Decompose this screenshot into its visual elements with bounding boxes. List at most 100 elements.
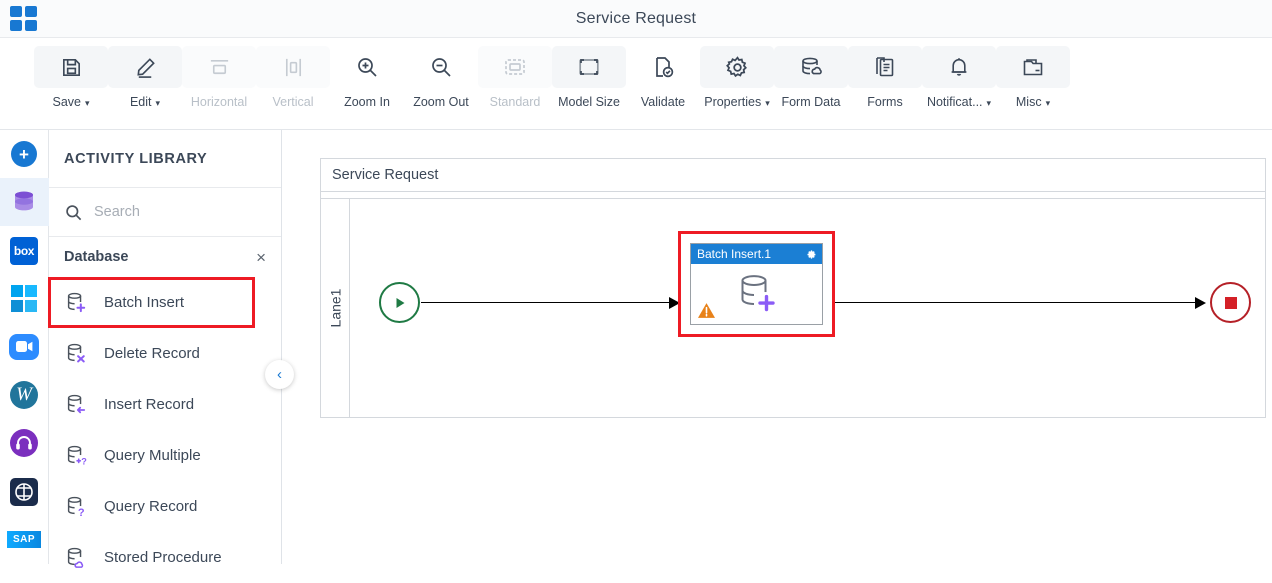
sequence-flow-2[interactable] <box>835 302 1197 303</box>
panel-collapse-button[interactable]: ‹ <box>265 360 294 389</box>
search-icon <box>66 204 82 220</box>
wordpress-connector[interactable]: W <box>0 371 49 419</box>
standard-label: Standard <box>489 95 541 109</box>
zoom-out-label: Zoom Out <box>413 95 469 109</box>
search-row[interactable] <box>49 188 281 237</box>
database-procedure-icon <box>67 547 84 568</box>
activity-item-delete-record[interactable]: Delete Record <box>49 328 281 379</box>
save-label: Save <box>52 95 81 109</box>
horizontal-button[interactable]: Horizontal <box>182 38 256 109</box>
vertical-button[interactable]: Vertical <box>256 38 330 109</box>
sequence-flow-1[interactable] <box>421 302 671 303</box>
activity-label: Query Record <box>104 498 198 515</box>
misc-button[interactable]: Misc ▾ <box>996 38 1070 109</box>
sap-connector[interactable]: SAP <box>0 516 49 564</box>
chevron-down-icon: ▾ <box>986 97 992 108</box>
lane-header: Lane1 <box>321 199 350 417</box>
database-insert-icon <box>67 394 86 413</box>
database-plus-icon <box>67 292 86 312</box>
box-connector[interactable]: box <box>0 226 49 274</box>
tools-connector[interactable] <box>0 468 49 516</box>
panel-title: ACTIVITY LIBRARY <box>49 130 281 188</box>
edit-button[interactable]: Edit ▾ <box>108 38 182 109</box>
add-connector-button[interactable]: + <box>0 130 49 178</box>
box-icon: box <box>10 236 38 265</box>
activity-item-stored-procedure[interactable]: Stored Procedure <box>49 532 281 583</box>
activity-item-query-multiple[interactable]: ? Query Multiple <box>49 430 281 481</box>
form-data-label: Form Data <box>781 95 841 109</box>
database-query-multi-icon: ? <box>67 445 87 466</box>
edit-label: Edit <box>129 95 152 109</box>
activity-label: Delete Record <box>104 345 200 362</box>
search-input[interactable] <box>94 204 244 220</box>
page-title: Service Request <box>575 9 697 27</box>
task-title: Batch Insert.1 <box>697 247 772 261</box>
activity-library-panel: ACTIVITY LIBRARY Database × Batch Insert <box>49 130 282 568</box>
close-icon[interactable]: × <box>256 249 266 266</box>
horizontal-align-icon <box>182 46 256 88</box>
headset-icon <box>10 429 38 458</box>
play-icon <box>396 297 404 308</box>
misc-folder-icon <box>996 46 1070 88</box>
stop-square-icon <box>1224 296 1237 309</box>
lane-canvas[interactable]: Batch Insert.1 <box>350 199 1265 417</box>
windows-connector[interactable] <box>0 275 49 323</box>
grid-apps-icon[interactable] <box>10 6 38 32</box>
task-batch-insert[interactable]: Batch Insert.1 <box>690 243 823 325</box>
standard-size-icon <box>478 46 552 88</box>
zoom-video-icon <box>9 333 39 360</box>
notifications-label: Notificat... <box>926 95 983 109</box>
pool-body: Lane1 Batch Insert.1 <box>321 198 1265 417</box>
zoom-in-icon <box>330 46 404 88</box>
edit-pencil-icon <box>108 46 182 88</box>
save-button[interactable]: Save ▾ <box>34 38 108 109</box>
activity-item-batch-insert[interactable]: Batch Insert <box>49 277 281 328</box>
database-connector[interactable] <box>0 178 49 227</box>
activity-label: Batch Insert <box>104 294 185 311</box>
end-event[interactable] <box>1210 282 1251 323</box>
title-bar: Service Request <box>0 0 1272 38</box>
forms-button[interactable]: Forms <box>848 38 922 109</box>
database-delete-icon <box>67 343 85 362</box>
activity-item-query-record[interactable]: ? Query Record <box>49 481 281 532</box>
database-query-icon: ? <box>67 496 85 519</box>
start-event[interactable] <box>379 282 420 323</box>
notifications-button[interactable]: Notificat... ▾ <box>922 38 996 109</box>
activity-item-insert-record[interactable]: Insert Record <box>49 379 281 430</box>
zoom-connector[interactable] <box>0 323 49 371</box>
task-header: Batch Insert.1 <box>691 244 822 264</box>
misc-label: Misc <box>1015 95 1042 109</box>
zoom-in-label: Zoom In <box>344 95 390 109</box>
vertical-align-icon <box>256 46 330 88</box>
gear-icon[interactable] <box>806 249 817 260</box>
properties-label: Properties <box>704 95 762 109</box>
properties-button[interactable]: Properties ▾ <box>700 38 774 109</box>
activity-label: Stored Procedure <box>104 549 222 566</box>
validate-label: Validate <box>640 95 686 109</box>
save-icon <box>34 46 108 88</box>
standard-button[interactable]: Standard <box>478 38 552 109</box>
forms-label: Forms <box>867 95 903 109</box>
validate-icon <box>626 46 700 88</box>
form-data-button[interactable]: Form Data <box>774 38 848 109</box>
activity-label: Query Multiple <box>104 447 201 464</box>
pool-title: Service Request <box>321 159 1265 192</box>
gear-icon <box>700 46 774 88</box>
chevron-down-icon: ▾ <box>1045 97 1051 108</box>
forms-icon <box>848 46 922 88</box>
group-label: Database <box>64 249 129 265</box>
horizontal-label: Horizontal <box>190 95 248 109</box>
zoom-in-button[interactable]: Zoom In <box>330 38 404 109</box>
support-connector[interactable] <box>0 419 49 467</box>
database-icon <box>15 191 33 211</box>
bell-icon <box>922 46 996 88</box>
sap-icon: SAP <box>7 531 41 549</box>
model-size-button[interactable]: Model Size <box>552 38 626 109</box>
arrow-head-icon <box>1195 296 1206 309</box>
zoom-out-button[interactable]: Zoom Out <box>404 38 478 109</box>
diagram-canvas[interactable]: Service Request Lane1 Batch Insert.1 <box>302 130 1272 564</box>
validate-button[interactable]: Validate <box>626 38 700 109</box>
connector-rail: + box W SAP <box>0 130 49 564</box>
activity-label: Insert Record <box>104 396 195 413</box>
zoom-out-icon <box>404 46 478 88</box>
